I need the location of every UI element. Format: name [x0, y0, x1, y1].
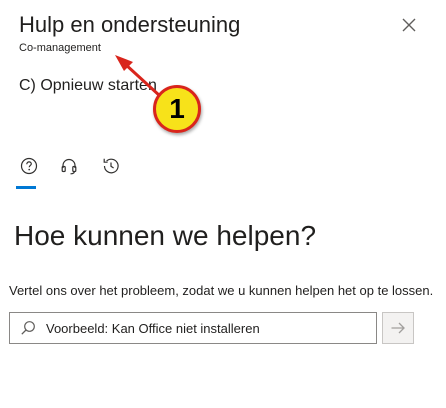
- search-box: [9, 312, 377, 344]
- step-text: C) Opnieuw starten: [19, 77, 157, 94]
- help-question-icon: [20, 157, 38, 175]
- panel-title: Hulp en ondersteuning: [19, 12, 241, 37]
- tab-history[interactable]: [100, 155, 122, 177]
- panel-subtitle: Co-management: [19, 42, 101, 54]
- tab-bar: [16, 155, 136, 191]
- search-icon: [10, 313, 46, 343]
- search-submit-button[interactable]: [382, 312, 414, 344]
- close-icon: [402, 18, 416, 32]
- main-heading: Hoe kunnen we helpen?: [14, 220, 317, 251]
- arrow-right-icon: [391, 322, 405, 334]
- help-description: Vertel ons over het probleem, zodat we u…: [9, 283, 434, 298]
- tab-help[interactable]: [18, 155, 40, 177]
- history-icon: [103, 158, 119, 174]
- search-input[interactable]: [46, 314, 376, 342]
- headset-icon: [61, 158, 77, 175]
- callout-badge: 1: [153, 85, 201, 133]
- active-tab-indicator: [16, 186, 36, 189]
- callout-arrow: [115, 55, 162, 98]
- tab-contact-support[interactable]: [58, 155, 80, 177]
- close-button[interactable]: [398, 14, 420, 36]
